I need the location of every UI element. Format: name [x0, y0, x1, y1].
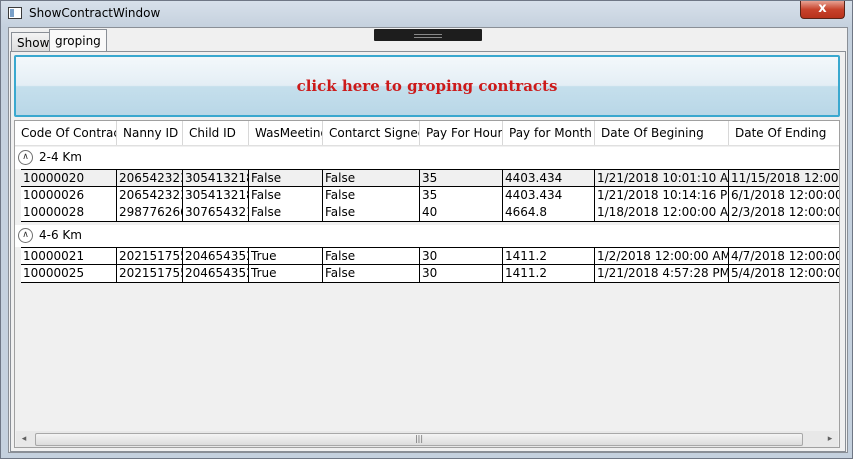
- column-header[interactable]: Code Of Contract: [15, 121, 117, 145]
- contracts-grid[interactable]: Code Of Contract Nanny ID Child ID WasMeeti…: [14, 120, 840, 448]
- table-cell[interactable]: 1411.2: [503, 265, 595, 283]
- table-cell[interactable]: 4403.434: [503, 187, 595, 205]
- table-cell[interactable]: 35: [420, 187, 503, 205]
- table-cell[interactable]: 4664.8: [503, 204, 595, 222]
- horizontal-scrollbar[interactable]: ◂ ||| ▸: [16, 431, 838, 447]
- group-contracts-button[interactable]: click here to groping contracts: [14, 55, 840, 117]
- tab-panel-groping: click here to groping contracts Code Of …: [10, 51, 846, 452]
- scroll-right-arrow-icon[interactable]: ▸: [822, 431, 838, 447]
- group-label: 4-6 Km: [39, 228, 82, 242]
- table-cell[interactable]: False: [323, 204, 420, 222]
- drag-grip-handle[interactable]: [374, 29, 482, 41]
- table-cell[interactable]: 10000020: [21, 169, 117, 187]
- table-cell[interactable]: 6/1/2018 12:00:00: [729, 187, 839, 205]
- scroll-thumb[interactable]: |||: [35, 433, 803, 446]
- title-bar[interactable]: ShowContractWindow x: [1, 1, 852, 27]
- table-cell[interactable]: 11/15/2018 12:00:0: [729, 169, 839, 187]
- collapse-icon[interactable]: ∧: [18, 228, 33, 243]
- table-cell[interactable]: 202151755: [117, 265, 183, 283]
- scroll-left-arrow-icon[interactable]: ◂: [16, 431, 32, 447]
- column-header[interactable]: WasMeeting: [249, 121, 323, 145]
- table-cell[interactable]: 30: [420, 247, 503, 265]
- table-row[interactable]: 10000026 206542323 305413218 False False 35 44…: [21, 187, 839, 205]
- table-cell[interactable]: 10000028: [21, 204, 117, 222]
- table-cell[interactable]: False: [323, 187, 420, 205]
- table-cell[interactable]: 40: [420, 204, 503, 222]
- table-cell[interactable]: False: [249, 169, 323, 187]
- table-cell[interactable]: 4/7/2018 12:00:00: [729, 247, 839, 265]
- column-header[interactable]: Date Of Begining: [595, 121, 729, 145]
- table-cell[interactable]: 1/18/2018 12:00:00 AM: [595, 204, 729, 222]
- table-row[interactable]: 10000020 206542323 305413218 False False 35 44…: [21, 169, 839, 187]
- table-cell[interactable]: 206542323: [117, 187, 183, 205]
- table-cell[interactable]: 1/21/2018 4:57:28 PM: [595, 265, 729, 283]
- window-content: Show groping click here to groping contr…: [8, 27, 848, 453]
- window-app-icon: [8, 7, 22, 19]
- table-row[interactable]: 10000028 298776266 307654321 False False 40 46…: [21, 204, 839, 222]
- table-cell[interactable]: 35: [420, 169, 503, 187]
- column-header[interactable]: Contarct Signed: [323, 121, 420, 145]
- table-row[interactable]: 10000021 202151755 204654352 True False 30 141…: [21, 247, 839, 265]
- table-cell[interactable]: 10000026: [21, 187, 117, 205]
- table-cell[interactable]: 307654321: [183, 204, 249, 222]
- table-cell[interactable]: 1/21/2018 10:14:16 PM: [595, 187, 729, 205]
- window-title: ShowContractWindow: [29, 6, 161, 20]
- column-header[interactable]: Nanny ID: [117, 121, 183, 145]
- table-cell[interactable]: False: [323, 169, 420, 187]
- table-cell[interactable]: 4403.434: [503, 169, 595, 187]
- column-header[interactable]: Child ID: [183, 121, 249, 145]
- column-header[interactable]: Pay For Hour: [420, 121, 503, 145]
- group-label: 2-4 Km: [39, 150, 82, 164]
- table-cell[interactable]: False: [323, 247, 420, 265]
- table-cell[interactable]: True: [249, 265, 323, 283]
- table-cell[interactable]: 10000021: [21, 247, 117, 265]
- table-cell[interactable]: False: [249, 204, 323, 222]
- table-cell[interactable]: 2/3/2018 12:00:00: [729, 204, 839, 222]
- collapse-icon[interactable]: ∧: [18, 150, 33, 165]
- column-header[interactable]: Date Of Ending: [729, 121, 839, 145]
- group-header[interactable]: ∧ 2-4 Km: [15, 147, 839, 169]
- table-row[interactable]: 10000025 202151755 204654352 True False 30 141…: [21, 265, 839, 283]
- table-cell[interactable]: 202151755: [117, 247, 183, 265]
- tab-groping[interactable]: groping: [49, 29, 107, 52]
- table-cell[interactable]: 5/4/2018 12:00:00: [729, 265, 839, 283]
- table-cell[interactable]: 1411.2: [503, 247, 595, 265]
- grid-header-row: Code Of Contract Nanny ID Child ID WasMeeti…: [15, 121, 839, 146]
- table-cell[interactable]: 305413218: [183, 187, 249, 205]
- table-cell[interactable]: 204654352: [183, 247, 249, 265]
- table-cell[interactable]: 10000025: [21, 265, 117, 283]
- column-header[interactable]: Pay for Month: [503, 121, 595, 145]
- table-cell[interactable]: False: [323, 265, 420, 283]
- table-cell[interactable]: 1/2/2018 12:00:00 AM: [595, 247, 729, 265]
- window-frame: ShowContractWindow x Show groping click …: [0, 0, 853, 459]
- table-cell[interactable]: 30: [420, 265, 503, 283]
- table-cell[interactable]: True: [249, 247, 323, 265]
- close-button[interactable]: x: [800, 1, 845, 19]
- table-cell[interactable]: 1/21/2018 10:01:10 AM: [595, 169, 729, 187]
- group-header[interactable]: ∧ 4-6 Km: [15, 225, 839, 247]
- table-cell[interactable]: 206542323: [117, 169, 183, 187]
- table-cell[interactable]: 305413218: [183, 169, 249, 187]
- tab-strip: Show groping: [9, 28, 847, 52]
- table-cell[interactable]: 298776266: [117, 204, 183, 222]
- table-cell[interactable]: 204654352: [183, 265, 249, 283]
- table-cell[interactable]: False: [249, 187, 323, 205]
